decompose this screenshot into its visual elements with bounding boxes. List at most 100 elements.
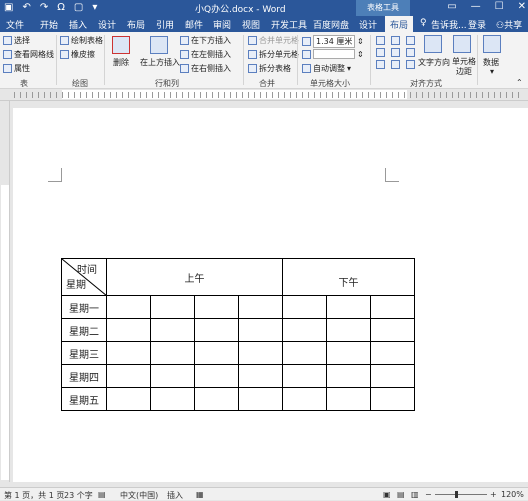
table-cell[interactable] xyxy=(282,295,327,319)
table-cell[interactable] xyxy=(238,364,283,388)
login-link[interactable]: 登录 xyxy=(468,18,486,31)
table-cell[interactable] xyxy=(106,341,151,365)
zoom-in-icon[interactable]: + xyxy=(490,490,497,499)
day-cell[interactable]: 星期二 xyxy=(61,318,107,342)
insert-below-button[interactable]: 在下方插入 xyxy=(180,35,231,46)
table-cell[interactable] xyxy=(106,295,151,319)
header-morning[interactable]: 上午 xyxy=(106,258,283,296)
chevron-down-icon[interactable]: ▾ xyxy=(490,67,494,76)
table-cell[interactable] xyxy=(150,318,195,342)
omega-icon[interactable]: Ω xyxy=(57,2,65,13)
insert-mode[interactable]: 插入 xyxy=(167,490,183,501)
delete-button[interactable]: 删除 xyxy=(113,57,129,68)
align-bottom-left-icon[interactable] xyxy=(376,60,385,69)
table-cell[interactable] xyxy=(194,364,239,388)
spinner-icon[interactable]: ⇕ xyxy=(357,50,364,59)
table-cell[interactable] xyxy=(326,318,371,342)
view-gridlines-button[interactable]: 查看网格线 xyxy=(3,49,54,60)
header-afternoon[interactable]: 下午 xyxy=(282,258,415,296)
table-cell[interactable] xyxy=(238,387,283,411)
table-cell[interactable] xyxy=(238,295,283,319)
align-middle-left-icon[interactable] xyxy=(376,48,385,57)
diagonal-header-cell[interactable]: 时间 星期 xyxy=(61,258,107,296)
tab-table-design[interactable]: 设计 xyxy=(359,18,377,31)
zoom-slider[interactable] xyxy=(435,494,487,495)
maximize-icon[interactable]: ☐ xyxy=(495,1,504,12)
align-top-center-icon[interactable] xyxy=(391,36,400,45)
table-cell[interactable] xyxy=(150,295,195,319)
vertical-ruler[interactable] xyxy=(0,101,10,482)
new-doc-icon[interactable]: ▢ xyxy=(74,2,83,13)
proofing-icon[interactable]: ▤ xyxy=(98,490,106,499)
tab-table-layout[interactable]: 布局 xyxy=(385,16,414,32)
align-top-left-icon[interactable] xyxy=(376,36,385,45)
ribbon-options-icon[interactable]: ▭ xyxy=(447,1,456,12)
table-cell[interactable] xyxy=(282,364,327,388)
undo-icon[interactable]: ↶ xyxy=(22,2,30,13)
tab-mailings[interactable]: 邮件 xyxy=(185,18,203,31)
table-cell[interactable] xyxy=(238,341,283,365)
page-count[interactable]: 第 1 页，共 1 页 xyxy=(4,490,64,501)
split-table-button[interactable]: 拆分表格 xyxy=(248,63,291,74)
share-button[interactable]: ⚇共享 xyxy=(496,18,522,31)
row-height-input[interactable]: 1.34 厘米 xyxy=(313,35,355,48)
table-cell[interactable] xyxy=(106,318,151,342)
document-page[interactable]: 时间 星期 上午 下午 星期一 星期二 星期三 星期四 星期五 xyxy=(13,108,528,482)
table-cell[interactable] xyxy=(370,341,415,365)
draw-table-button[interactable]: 绘制表格 xyxy=(60,35,103,46)
minimize-icon[interactable]: — xyxy=(471,1,481,12)
col-width-input[interactable] xyxy=(313,49,355,59)
table-cell[interactable] xyxy=(370,387,415,411)
close-icon[interactable]: ✕ xyxy=(518,1,526,12)
web-layout-icon[interactable]: ▥ xyxy=(411,490,419,499)
table-cell[interactable] xyxy=(238,318,283,342)
tell-me-box[interactable]: 告诉我... xyxy=(431,18,467,31)
tab-developer[interactable]: 开发工具 xyxy=(271,18,307,31)
table-cell[interactable] xyxy=(282,318,327,342)
zoom-out-icon[interactable]: − xyxy=(425,490,432,499)
word-count[interactable]: 23 个字 xyxy=(64,490,93,501)
select-button[interactable]: 选择 xyxy=(3,35,30,46)
tab-references[interactable]: 引用 xyxy=(156,18,174,31)
align-middle-right-icon[interactable] xyxy=(406,48,415,57)
day-cell[interactable]: 星期三 xyxy=(61,341,107,365)
print-layout-icon[interactable]: ▤ xyxy=(397,490,405,499)
table-cell[interactable] xyxy=(370,318,415,342)
more-icon[interactable]: ▾ xyxy=(92,2,97,13)
day-cell[interactable]: 星期一 xyxy=(61,295,107,319)
horizontal-ruler[interactable] xyxy=(0,89,528,101)
zoom-slider-handle[interactable] xyxy=(455,491,458,498)
table-cell[interactable] xyxy=(282,341,327,365)
table-cell[interactable] xyxy=(326,364,371,388)
eraser-button[interactable]: 橡皮擦 xyxy=(60,49,95,60)
zoom-level[interactable]: 120% xyxy=(501,490,524,499)
day-cell[interactable]: 星期五 xyxy=(61,387,107,411)
table-cell[interactable] xyxy=(150,387,195,411)
insert-left-button[interactable]: 在左侧插入 xyxy=(180,49,231,60)
table-cell[interactable] xyxy=(106,364,151,388)
merge-cells-button[interactable]: 合并单元格 xyxy=(248,35,299,46)
redo-icon[interactable]: ↷ xyxy=(40,2,48,13)
tab-layout[interactable]: 布局 xyxy=(127,18,145,31)
properties-button[interactable]: 属性 xyxy=(3,63,30,74)
table-cell[interactable] xyxy=(282,387,327,411)
language-indicator[interactable]: 中文(中国) xyxy=(120,490,158,501)
align-top-right-icon[interactable] xyxy=(406,36,415,45)
text-direction-button[interactable]: 文字方向 xyxy=(418,57,450,68)
table-cell[interactable] xyxy=(194,341,239,365)
autofit-button[interactable]: 自动调整 ▾ xyxy=(302,63,351,74)
insert-above-button[interactable]: 在上方插入 xyxy=(140,57,180,68)
spinner-icon[interactable]: ⇕ xyxy=(357,37,364,46)
day-cell[interactable]: 星期四 xyxy=(61,364,107,388)
tab-design[interactable]: 设计 xyxy=(98,18,116,31)
table-cell[interactable] xyxy=(150,341,195,365)
collapse-ribbon-icon[interactable]: ⌃ xyxy=(516,78,523,87)
tab-review[interactable]: 审阅 xyxy=(213,18,231,31)
schedule-table[interactable]: 时间 星期 上午 下午 星期一 星期二 星期三 星期四 星期五 xyxy=(61,258,415,411)
col-width-field[interactable]: ⇕ xyxy=(302,49,364,59)
macro-icon[interactable]: ▦ xyxy=(196,490,204,499)
table-cell[interactable] xyxy=(326,387,371,411)
table-cell[interactable] xyxy=(370,295,415,319)
row-height-field[interactable]: 1.34 厘米 ⇕ xyxy=(302,35,364,48)
table-cell[interactable] xyxy=(326,295,371,319)
